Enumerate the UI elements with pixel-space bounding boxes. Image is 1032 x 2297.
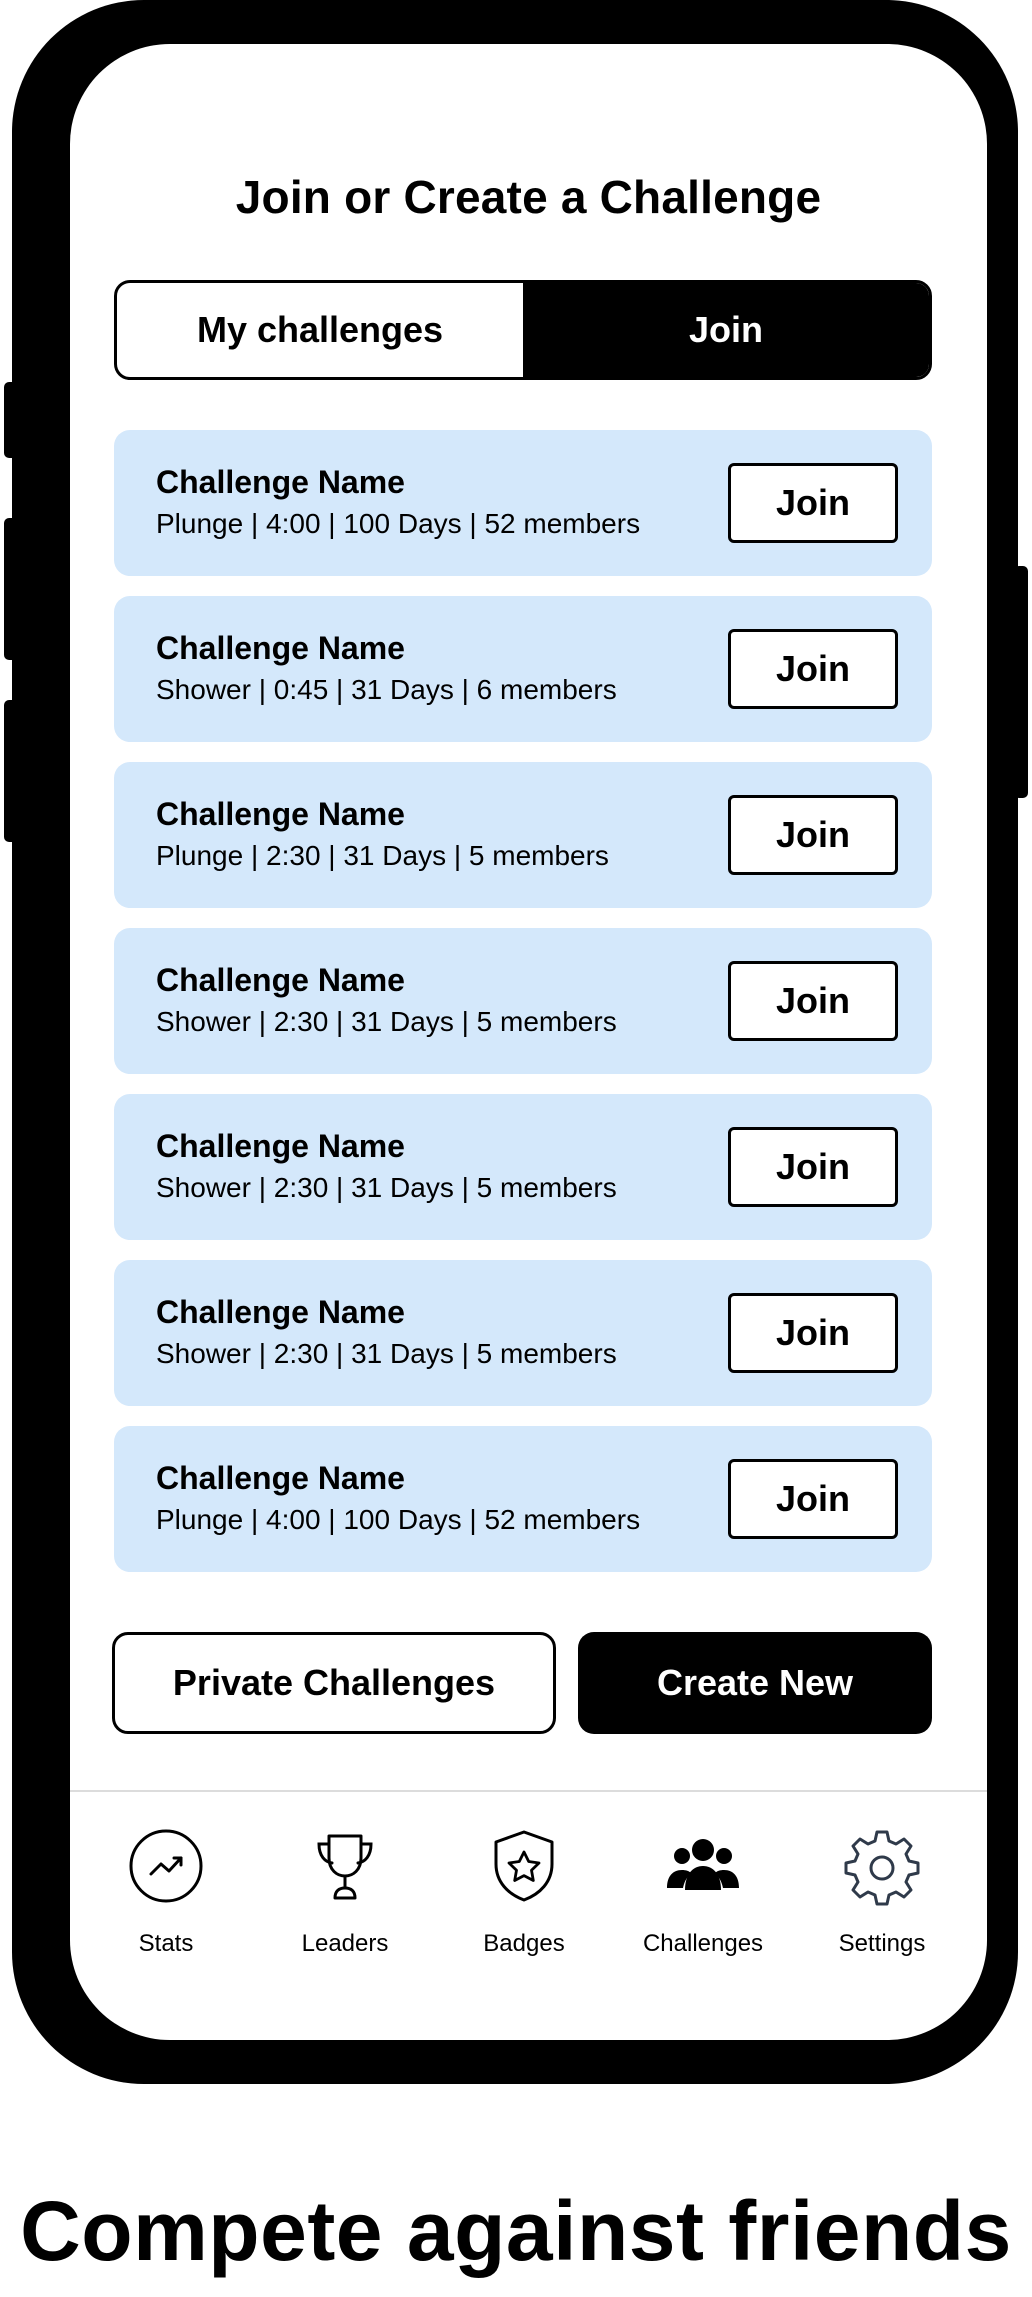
- challenge-name: Challenge Name: [156, 796, 405, 832]
- nav-label-challenges: Challenges: [642, 1930, 764, 1957]
- challenge-name: Challenge Name: [156, 962, 405, 998]
- challenge-details: Plunge | 2:30 | 31 Days | 5 members: [156, 840, 609, 871]
- challenge-list: Challenge Name Plunge | 4:00 | 100 Days …: [114, 430, 932, 1592]
- nav-divider: [70, 1790, 987, 1792]
- challenge-card: Challenge Name Plunge | 4:00 | 100 Days …: [114, 1426, 932, 1572]
- nav-label-stats: Stats: [138, 1930, 194, 1957]
- join-challenge-button[interactable]: Join: [728, 1459, 898, 1539]
- trophy-icon: [317, 1834, 373, 1900]
- shield-star-icon: [494, 1830, 554, 1902]
- join-challenge-button[interactable]: Join: [728, 1127, 898, 1207]
- promo-tagline: Compete against friends: [20, 2184, 1012, 2278]
- private-challenges-button[interactable]: Private Challenges: [112, 1632, 556, 1734]
- challenge-details: Plunge | 4:00 | 100 Days | 52 members: [156, 508, 641, 539]
- nav-item-leaders[interactable]: Leaders: [255, 1826, 435, 1976]
- nav-label-settings: Settings: [838, 1930, 926, 1957]
- challenge-card: Challenge Name Shower | 0:45 | 31 Days |…: [114, 596, 932, 742]
- create-new-button[interactable]: Create New: [578, 1632, 932, 1734]
- challenge-actions: Private Challenges Create New: [112, 1632, 932, 1734]
- challenge-name: Challenge Name: [156, 464, 405, 500]
- challenge-details: Shower | 0:45 | 31 Days | 6 members: [156, 674, 617, 705]
- stats-icon: [129, 1829, 203, 1903]
- challenge-card: Challenge Name Shower | 2:30 | 31 Days |…: [114, 928, 932, 1074]
- challenge-tabs: My challenges Join: [114, 280, 932, 380]
- challenge-card: Challenge Name Plunge | 2:30 | 31 Days |…: [114, 762, 932, 908]
- join-challenge-button[interactable]: Join: [728, 629, 898, 709]
- app-screen: Join or Create a Challenge My challenges…: [70, 44, 987, 2040]
- nav-item-stats[interactable]: Stats: [76, 1826, 256, 1976]
- page-title: Join or Create a Challenge: [235, 171, 822, 223]
- join-challenge-button[interactable]: Join: [728, 1293, 898, 1373]
- group-icon: [667, 1839, 739, 1890]
- challenge-details: Shower | 2:30 | 31 Days | 5 members: [156, 1172, 617, 1203]
- join-challenge-button[interactable]: Join: [728, 795, 898, 875]
- nav-label-leaders: Leaders: [301, 1930, 389, 1957]
- challenge-name: Challenge Name: [156, 1294, 405, 1330]
- challenge-name: Challenge Name: [156, 1128, 405, 1164]
- nav-item-settings[interactable]: Settings: [792, 1826, 972, 1976]
- bottom-nav: Stats Leaders Badges Challenges Settings: [70, 1826, 987, 1976]
- nav-label-badges: Badges: [483, 1930, 565, 1957]
- challenge-card: Challenge Name Plunge | 4:00 | 100 Days …: [114, 430, 932, 576]
- tab-my-challenges[interactable]: My challenges: [117, 283, 523, 377]
- nav-item-challenges[interactable]: Challenges: [613, 1826, 793, 1976]
- challenge-name: Challenge Name: [156, 630, 405, 666]
- join-challenge-button[interactable]: Join: [728, 463, 898, 543]
- phone-frame: Join or Create a Challenge My challenges…: [12, 0, 1018, 2084]
- challenge-card: Challenge Name Shower | 2:30 | 31 Days |…: [114, 1260, 932, 1406]
- challenge-name: Challenge Name: [156, 1460, 405, 1496]
- challenge-details: Plunge | 4:00 | 100 Days | 52 members: [156, 1504, 641, 1535]
- gear-icon: [844, 1830, 920, 1906]
- challenge-card: Challenge Name Shower | 2:30 | 31 Days |…: [114, 1094, 932, 1240]
- nav-item-badges[interactable]: Badges: [434, 1826, 614, 1976]
- tab-join[interactable]: Join: [523, 283, 929, 377]
- challenge-details: Shower | 2:30 | 31 Days | 5 members: [156, 1006, 617, 1037]
- join-challenge-button[interactable]: Join: [728, 961, 898, 1041]
- challenge-details: Shower | 2:30 | 31 Days | 5 members: [156, 1338, 617, 1369]
